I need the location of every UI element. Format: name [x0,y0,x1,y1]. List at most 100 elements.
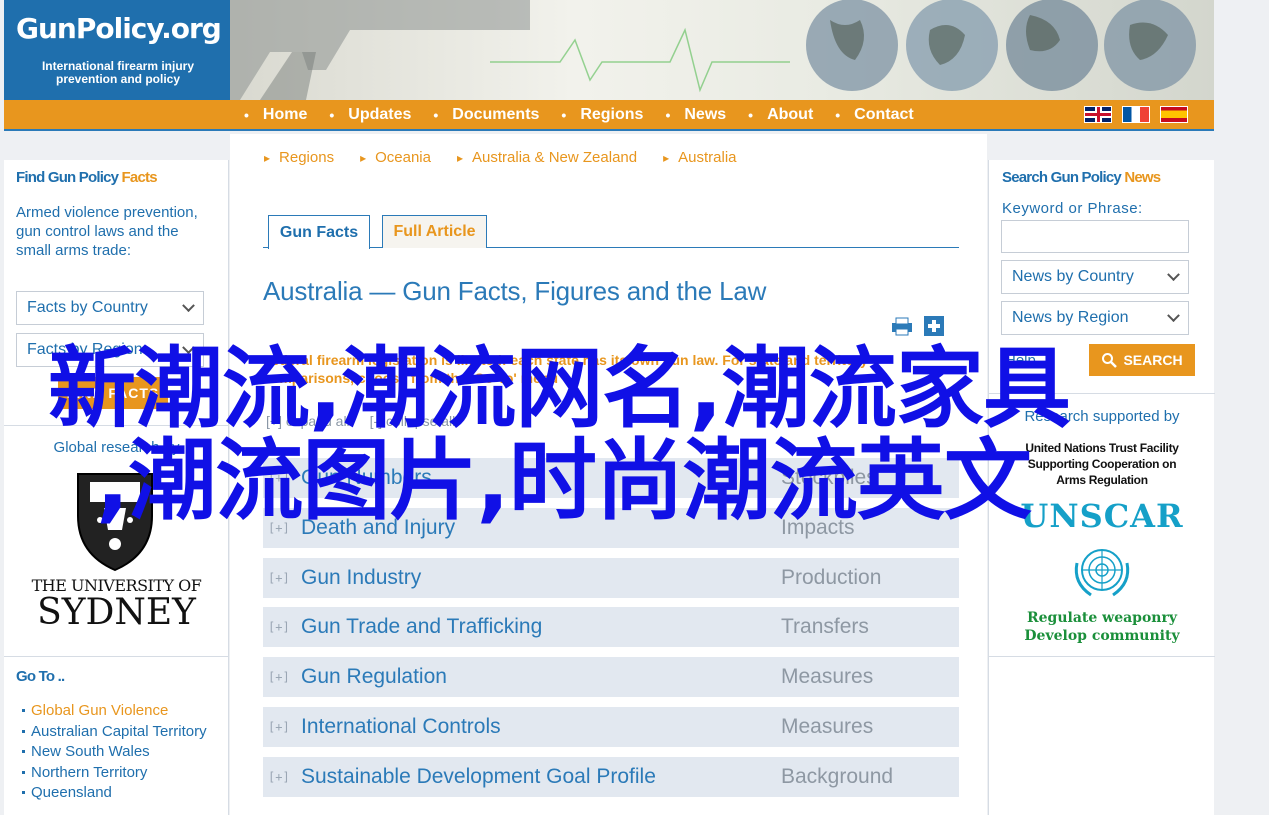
facts-by-region-select[interactable]: Facts by Region [16,333,204,367]
expand-plus-icon: [+] [268,620,290,635]
news-by-region-select[interactable]: News by Region [1001,301,1189,335]
chevron-down-icon [1167,267,1180,281]
unscar-tagline: Regulate weaponry Develop community [989,609,1215,645]
print-icon[interactable] [890,316,914,336]
facts-by-country-label: Facts by Country [27,299,148,316]
nav-contact[interactable]: Contact [835,100,914,129]
find-facts-description: Armed violence prevention, gun control l… [16,204,198,259]
find-facts-title: Find Gun Policy Facts [16,169,158,186]
university-of-sydney-logo[interactable]: THE UNIVERSITY OF SYDNEY [4,468,229,633]
trust-line: Arms Regulation [1056,473,1148,487]
collapse-all-link[interactable]: [-] collapse all [370,413,456,429]
un-emblem-icon [1074,549,1130,597]
goto-list: Global Gun Violence Australian Capital T… [22,701,207,804]
section-subtopic: Impacts [781,515,855,539]
section-death-and-injury[interactable]: [+] Death and Injury Impacts [263,507,959,548]
tab-full-article[interactable]: Full Article [382,215,487,248]
nav-about[interactable]: About [748,100,813,129]
section-gun-regulation[interactable]: [+] Gun Regulation Measures [263,657,959,698]
goto-nt[interactable]: Northern Territory [22,763,207,784]
unscar-logo-text[interactable]: UNSCAR [989,497,1215,535]
breadcrumb-australia-nz[interactable]: Australia & New Zealand [457,149,637,166]
left-sidebar: Find Gun Policy Facts Armed violence pre… [4,160,229,815]
section-subtopic: Stockpiles [781,466,877,489]
goto-act[interactable]: Australian Capital Territory [22,722,207,743]
uk-flag-icon[interactable] [1084,106,1112,123]
goto-nsw[interactable]: New South Wales [22,742,207,763]
add-plus-icon[interactable] [922,316,946,336]
goto-qld[interactable]: Queensland [22,783,207,804]
unscar-tagline-2: Develop community [1024,628,1180,644]
content-tabs: Gun Facts Full Article [263,215,959,249]
help-link[interactable]: Help [1005,352,1036,369]
news-by-country-select[interactable]: News by Country [1001,260,1189,294]
main-navigation: Home Updates Documents Regions News Abou… [4,100,1214,131]
section-topic: Gun Numbers [301,466,432,489]
breadcrumb-oceania[interactable]: Oceania [360,149,431,166]
section-topic: Sustainable Development Goal Profile [301,764,656,788]
section-sdg-profile[interactable]: [+] Sustainable Development Goal Profile… [263,756,959,797]
france-flag-icon[interactable] [1122,106,1150,123]
banner-globes-icon [230,0,1196,100]
goto-global-gun-violence[interactable]: Global Gun Violence [22,701,207,722]
nav-updates[interactable]: Updates [329,100,411,129]
logo-tagline: International firearm injury prevention … [41,59,195,86]
federal-legislation-notice: Federal firearm legislation is limited: … [263,352,868,386]
site-logo[interactable]: GunPolicy.org International firearm inju… [4,0,230,100]
header-banner [230,0,1214,100]
search-news-title-part: Search Gun Policy [1002,169,1125,186]
expand-collapse-bar: [+] expand all [-] collapse all [266,413,455,429]
keyword-label: Keyword or Phrase: [1002,200,1143,217]
section-subtopic: Background [781,764,894,788]
section-gun-industry[interactable]: [+] Gun Industry Production [263,557,959,598]
expand-all-link[interactable]: [+] expand all [266,413,350,429]
university-crest-icon [77,473,153,572]
section-gun-trade[interactable]: [+] Gun Trade and Trafficking Transfers [263,607,959,648]
expand-plus-icon: [+] [268,769,290,784]
breadcrumb: Regions Oceania Australia & New Zealand … [264,149,763,166]
goto-title: Go To .. [16,668,65,685]
logo-name: GunPolicy.org [16,12,222,45]
research-supported-label: Research supported by [1024,408,1180,425]
nav-news[interactable]: News [665,100,726,129]
section-topic: Gun Industry [301,565,422,589]
find-facts-button[interactable]: FIND FACTS [58,377,168,409]
expand-plus-icon: [+] [268,520,290,535]
divider [989,656,1215,657]
keyword-input[interactable] [1001,220,1189,253]
expand-plus-icon: [+] [268,570,290,585]
page-title: Australia — Gun Facts, Figures and the L… [263,276,767,306]
section-subtopic: Transfers [781,615,869,639]
trust-line: United Nations Trust Facility [1025,441,1179,455]
page-tools [890,316,946,336]
site-header: GunPolicy.org International firearm inju… [4,0,1214,100]
section-topic: International Controls [301,714,501,738]
divider [4,425,229,426]
right-sidebar: Search Gun Policy News Keyword or Phrase… [988,160,1215,815]
expand-plus-icon: [+] [268,670,290,685]
fact-sections: [+] Gun Numbers Stockpiles [+] Death and… [263,458,959,807]
breadcrumb-australia[interactable]: Australia [663,149,736,166]
search-button-label: SEARCH [1123,352,1183,368]
breadcrumb-regions[interactable]: Regions [264,149,334,166]
find-facts-title-highlight: Facts [121,169,158,186]
magnifier-icon [1102,353,1118,368]
news-by-region-label: News by Region [1012,309,1129,326]
section-topic: Gun Regulation [301,665,447,689]
section-gun-numbers[interactable]: [+] Gun Numbers Stockpiles [263,458,959,498]
nav-regions[interactable]: Regions [561,100,643,129]
university-line-2: SYDNEY [37,592,196,633]
facts-by-region-label: Facts by Region [27,341,143,358]
nav-home[interactable]: Home [244,100,307,129]
search-button[interactable]: SEARCH [1089,344,1195,376]
spain-flag-icon[interactable] [1160,106,1188,123]
un-trust-facility-text[interactable]: United Nations Trust Facility Supporting… [989,440,1215,488]
section-international-controls[interactable]: [+] International Controls Measures [263,706,959,747]
search-news-title-highlight: News [1124,169,1161,186]
search-news-title: Search Gun Policy News [1002,169,1161,186]
language-flags [1084,106,1188,123]
nav-documents[interactable]: Documents [433,100,539,129]
divider [989,393,1215,394]
tab-gun-facts[interactable]: Gun Facts [268,215,370,249]
facts-by-country-select[interactable]: Facts by Country [16,291,204,325]
